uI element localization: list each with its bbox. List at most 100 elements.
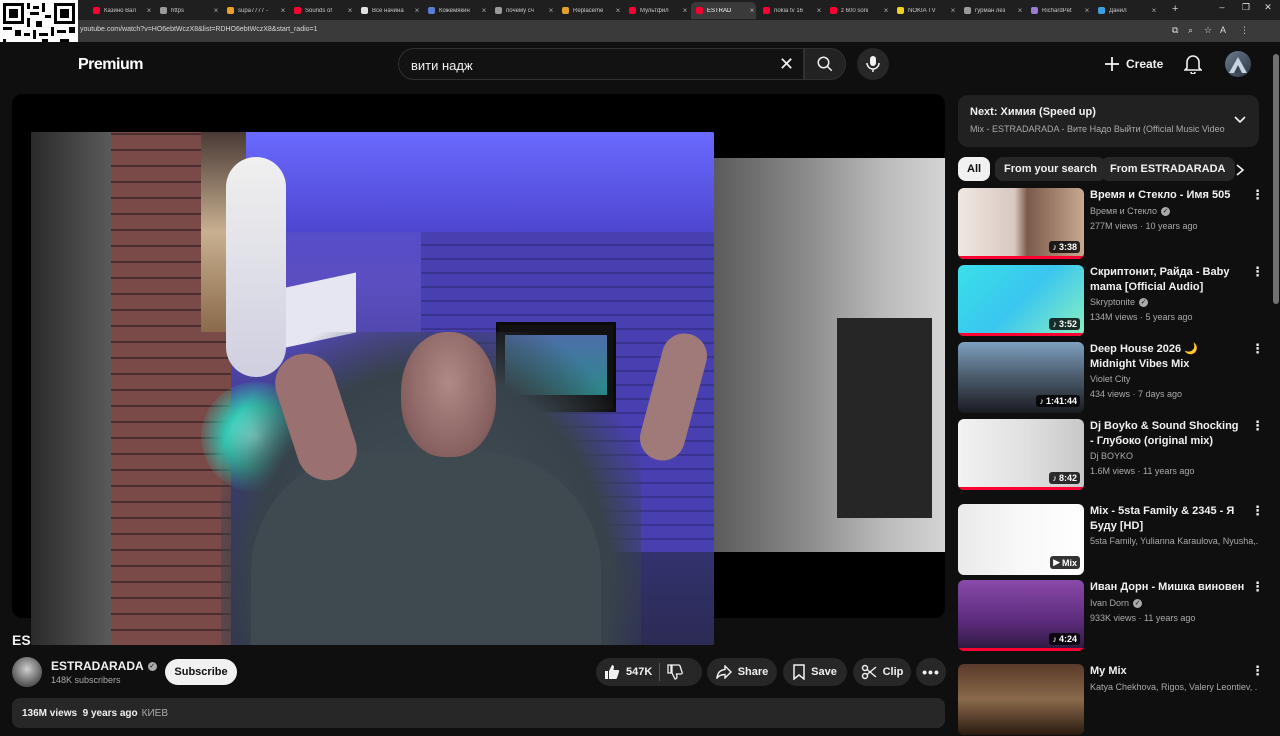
create-button[interactable]: Create bbox=[1104, 52, 1163, 76]
recommendation-item[interactable]: ▶ Mix Mix - 5sta Family & 2345 - Я Буду [H… bbox=[958, 504, 1264, 576]
browser-tab[interactable]: Все начина × bbox=[356, 2, 421, 19]
close-window-button[interactable]: ✕ bbox=[1258, 2, 1278, 13]
video-thumbnail[interactable]: ♪ 3:52 bbox=[958, 265, 1084, 336]
notifications-bell-icon[interactable] bbox=[1183, 54, 1203, 79]
recommendation-channel[interactable]: Skryptonite ✓ bbox=[1090, 297, 1258, 307]
channel-name-link[interactable]: ESTRADARADA ✓ bbox=[51, 659, 157, 673]
recommendation-channel[interactable]: Violet City bbox=[1090, 374, 1258, 384]
video-thumbnail[interactable]: ♪ 4:24 bbox=[958, 580, 1084, 651]
video-thumbnail[interactable]: ♪ 3:38 bbox=[958, 188, 1084, 259]
video-thumbnail[interactable]: ▶ Mix bbox=[958, 504, 1084, 575]
more-options-icon[interactable]: ⋮ bbox=[1251, 664, 1264, 677]
browser-tab[interactable]: RichardPet × bbox=[1026, 2, 1091, 19]
browser-tab[interactable]: гурман лез × bbox=[959, 2, 1024, 19]
dislike-button[interactable] bbox=[667, 664, 684, 680]
clear-search-icon[interactable]: ✕ bbox=[779, 54, 794, 75]
browser-tab[interactable]: nokia tv 16 × bbox=[758, 2, 823, 19]
recommendation-item[interactable]: My Mix Katya Chekhova, Rigos, Valery Leon… bbox=[958, 664, 1264, 736]
recommendation-channel[interactable]: Ivan Dorn ✓ bbox=[1090, 598, 1258, 608]
filter-chip[interactable]: All bbox=[958, 157, 991, 181]
search-input[interactable]: вити надж bbox=[411, 58, 473, 73]
close-tab-icon[interactable]: × bbox=[145, 6, 153, 15]
more-options-icon[interactable]: ⋮ bbox=[1251, 419, 1264, 432]
video-thumbnail[interactable]: ♪ 8:42 bbox=[958, 419, 1084, 490]
recommendation-item[interactable]: ♪ 3:52 Скриптонит, Райда - Baby mama [Offi… bbox=[958, 265, 1264, 337]
description-box[interactable]: 136M views 9 years ago КИЕВ bbox=[12, 698, 945, 728]
more-options-icon[interactable]: ⋮ bbox=[1251, 188, 1264, 201]
more-options-icon[interactable]: ⋮ bbox=[1251, 504, 1264, 517]
close-tab-icon[interactable]: × bbox=[815, 6, 823, 15]
browser-tab[interactable]: https × bbox=[155, 2, 220, 19]
close-tab-icon[interactable]: × bbox=[212, 6, 220, 15]
playlist-next-panel[interactable]: Next: Химия (Speed up) Mix - ESTRADARADA… bbox=[958, 95, 1259, 147]
filter-chip[interactable]: From ESTRADARADA bbox=[1101, 157, 1235, 181]
subscribe-button[interactable]: Subscribe bbox=[165, 659, 237, 685]
video-thumbnail[interactable] bbox=[958, 664, 1084, 735]
chevron-down-icon[interactable] bbox=[1233, 112, 1247, 131]
save-button[interactable]: Save bbox=[783, 658, 847, 686]
recommendation-item[interactable]: ♪ 1:41:44 Deep House 2026 🌙 Midnight Vibes… bbox=[958, 342, 1264, 414]
recommendation-channel[interactable]: Время и Стекло ✓ bbox=[1090, 206, 1258, 216]
recommendation-title[interactable]: Mix - 5sta Family & 2345 - Я Буду [HD] bbox=[1090, 504, 1245, 534]
filter-chip[interactable]: From your search bbox=[995, 157, 1106, 181]
browser-menu-icon[interactable]: ⋮ bbox=[1240, 25, 1249, 36]
recommendation-title[interactable]: Время и Стекло - Имя 505 bbox=[1090, 188, 1245, 203]
recommendation-channel[interactable]: Katya Chekhova, Rigos, Valery Leontiev, … bbox=[1090, 682, 1258, 692]
close-tab-icon[interactable]: × bbox=[748, 6, 756, 15]
bookmark-star-icon[interactable]: ☆ bbox=[1204, 25, 1212, 36]
browser-tab[interactable]: Replaceme × bbox=[557, 2, 622, 19]
recommendation-channel[interactable]: Dj BOYKO bbox=[1090, 451, 1258, 461]
recommendation-item[interactable]: ♪ 8:42 Dj Boyko & Sound Shocking - Глубоко… bbox=[958, 419, 1264, 491]
browser-tab[interactable]: Кожемякин × bbox=[423, 2, 488, 19]
browser-tab[interactable]: z 600 soni × bbox=[825, 2, 890, 19]
translate-icon[interactable]: A bbox=[1220, 25, 1226, 35]
close-tab-icon[interactable]: × bbox=[1016, 6, 1024, 15]
new-tab-button[interactable]: + bbox=[1172, 3, 1178, 15]
video-tag[interactable]: КИЕВ bbox=[142, 708, 168, 719]
browser-tab[interactable]: ESTRAD × bbox=[691, 2, 756, 19]
channel-avatar[interactable] bbox=[12, 657, 42, 687]
browser-tab[interactable]: Мультфил × bbox=[624, 2, 689, 19]
recommendation-title[interactable]: Скриптонит, Райда - Baby mama [Official … bbox=[1090, 265, 1245, 295]
search-button[interactable] bbox=[804, 48, 846, 80]
video-thumbnail[interactable]: ♪ 1:41:44 bbox=[958, 342, 1084, 413]
more-options-icon[interactable]: ⋮ bbox=[1251, 342, 1264, 355]
close-tab-icon[interactable]: × bbox=[413, 6, 421, 15]
close-tab-icon[interactable]: × bbox=[279, 6, 287, 15]
recommendation-title[interactable]: My Mix bbox=[1090, 664, 1245, 679]
page-scrollbar[interactable] bbox=[1271, 42, 1280, 720]
close-tab-icon[interactable]: × bbox=[480, 6, 488, 15]
close-tab-icon[interactable]: × bbox=[949, 6, 957, 15]
search-box[interactable]: вити надж ✕ bbox=[398, 48, 804, 80]
browser-tab[interactable]: NOKIA TV × bbox=[892, 2, 957, 19]
close-tab-icon[interactable]: × bbox=[681, 6, 689, 15]
recommendation-channel[interactable]: 5sta Family, Yulianna Karaulova, Nyusha,… bbox=[1090, 536, 1258, 546]
more-options-icon[interactable]: ⋮ bbox=[1251, 580, 1264, 593]
video-frame[interactable] bbox=[31, 132, 714, 645]
browser-tab[interactable]: почему сч × bbox=[490, 2, 555, 19]
close-tab-icon[interactable]: × bbox=[1150, 6, 1158, 15]
recommendation-title[interactable]: Dj Boyko & Sound Shocking - Глубоко (ori… bbox=[1090, 419, 1245, 449]
open-in-app-icon[interactable]: ⧉ bbox=[1172, 25, 1178, 36]
close-tab-icon[interactable]: × bbox=[882, 6, 890, 15]
more-options-icon[interactable]: ⋮ bbox=[1251, 265, 1264, 278]
user-avatar[interactable] bbox=[1225, 51, 1251, 77]
share-button[interactable]: Share bbox=[707, 658, 777, 686]
address-bar[interactable]: youtube.com/watch?v=HO6ebtWczX8&list=RDH… bbox=[0, 20, 1280, 42]
voice-search-button[interactable] bbox=[857, 48, 889, 80]
scrollbar-thumb[interactable] bbox=[1273, 54, 1279, 304]
browser-tab[interactable]: Данил × bbox=[1093, 2, 1158, 19]
zoom-icon[interactable]: ⌕ bbox=[1188, 25, 1193, 36]
restore-button[interactable]: ❐ bbox=[1236, 2, 1256, 13]
browser-tab[interactable]: Казино Вал × bbox=[88, 2, 153, 19]
recommendation-title[interactable]: Иван Дорн - Мишка виновен bbox=[1090, 580, 1245, 595]
like-button[interactable]: 547K bbox=[596, 664, 652, 680]
close-tab-icon[interactable]: × bbox=[614, 6, 622, 15]
youtube-premium-logo[interactable]: Premium bbox=[78, 56, 143, 74]
close-tab-icon[interactable]: × bbox=[346, 6, 354, 15]
recommendation-item[interactable]: ♪ 3:38 Время и Стекло - Имя 505 Время и Сте… bbox=[958, 188, 1264, 260]
recommendation-item[interactable]: ♪ 4:24 Иван Дорн - Мишка виновен Ivan Dorn ✓… bbox=[958, 580, 1264, 652]
close-tab-icon[interactable]: × bbox=[1083, 6, 1091, 15]
close-tab-icon[interactable]: × bbox=[547, 6, 555, 15]
minimize-button[interactable]: – bbox=[1212, 2, 1232, 12]
